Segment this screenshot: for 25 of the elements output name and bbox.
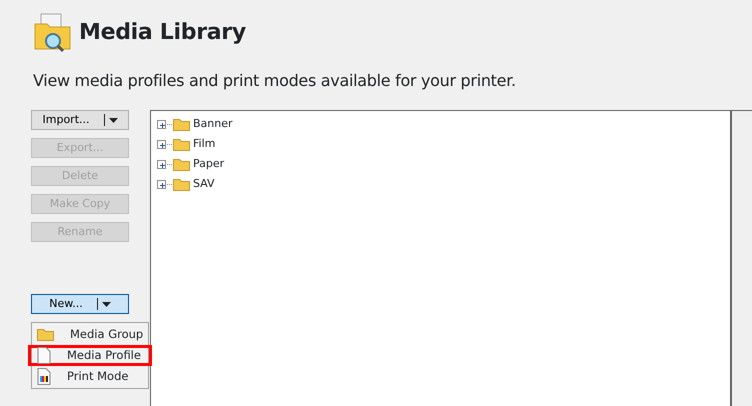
expand-icon[interactable] (157, 160, 166, 168)
tree-node[interactable]: Banner (157, 114, 730, 134)
caret-icon (108, 118, 118, 122)
tree-node[interactable]: Film (157, 134, 730, 154)
page-subtitle: View media profiles and print modes available for your printer. (33, 70, 517, 92)
menu-item[interactable]: Print Mode (29, 366, 151, 387)
folder-icon (173, 138, 190, 150)
folder-icon (37, 328, 54, 341)
document-icon (37, 347, 51, 364)
print-mode-icon (37, 368, 51, 385)
folder-icon (173, 118, 190, 130)
action-button[interactable]: Import... (31, 110, 129, 130)
menu-item[interactable]: Media Profile (28, 345, 152, 366)
expand-icon[interactable] (157, 140, 166, 148)
page-title: Media Library (79, 22, 246, 44)
folder-search-icon (33, 12, 73, 54)
new-button[interactable]: New... (31, 294, 129, 314)
expand-icon[interactable] (157, 120, 166, 128)
folder-icon (173, 178, 190, 190)
folder-icon (173, 158, 190, 170)
caret-icon (102, 302, 111, 306)
tree-node[interactable]: Paper (157, 154, 730, 174)
tree-node[interactable]: SAV (157, 174, 730, 194)
expand-icon[interactable] (157, 180, 166, 188)
menu-item[interactable]: Media Group (29, 324, 151, 345)
